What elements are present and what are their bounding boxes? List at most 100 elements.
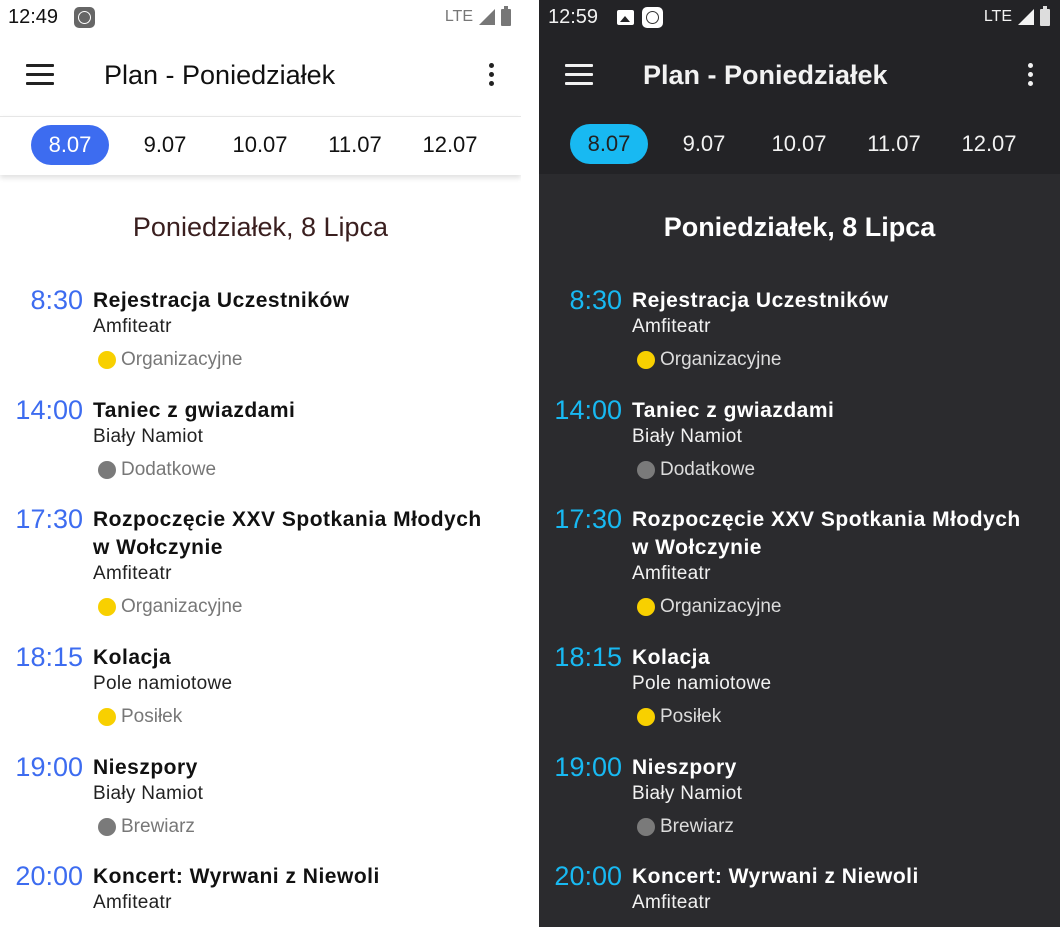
category-dot-icon <box>98 708 116 726</box>
event-title: Nieszpory <box>93 756 198 779</box>
app-title: Plan - Poniedziałek <box>643 60 888 90</box>
status-time: 12:59 <box>548 6 599 28</box>
menu-icon[interactable] <box>565 64 593 86</box>
event-category: Dodatkowe <box>637 459 755 481</box>
event-time: 20:00 <box>554 861 622 891</box>
date-tabs: 8.07 9.07 10.07 11.07 12.07 <box>0 116 521 175</box>
event-time: 18:15 <box>15 642 83 672</box>
tab-date[interactable]: 9.07 <box>665 124 743 164</box>
event-category-label: Brewiarz <box>121 816 195 837</box>
more-vert-icon[interactable] <box>487 63 495 89</box>
event-category-label: Posiłek <box>660 706 722 727</box>
event-category-label: Dodatkowe <box>660 459 756 480</box>
app-notification-icon <box>74 7 95 28</box>
event-category: Brewiarz <box>98 816 195 838</box>
category-dot-icon <box>637 708 655 726</box>
tab-date[interactable]: 11.07 <box>316 125 394 165</box>
event-category-label: Brewiarz <box>660 816 734 837</box>
event-title: Rozpoczęcie XXV Spotkania Młodych w Wołc… <box>632 508 1021 559</box>
tab-date[interactable]: 8.07 <box>570 124 648 164</box>
more-vert-icon[interactable] <box>1026 63 1034 89</box>
event-title: Nieszpory <box>632 756 737 779</box>
tab-date[interactable]: 12.07 <box>411 125 489 165</box>
tab-date[interactable]: 12.07 <box>950 124 1028 164</box>
event-time: 8:30 <box>569 285 622 315</box>
event-category-label: Organizacyjne <box>660 349 782 370</box>
date-tabs: 8.07 9.07 10.07 11.07 12.07 <box>539 116 1060 174</box>
category-dot-icon <box>98 818 116 836</box>
event-title: Rejestracja Uczestników <box>632 289 889 312</box>
network-type: LTE <box>444 8 473 25</box>
event-place: Pole namiotowe <box>93 673 233 694</box>
event-title: Taniec z gwiazdami <box>632 399 835 422</box>
event-category: Organizacyjne <box>98 596 242 618</box>
event-time: 19:00 <box>554 752 622 782</box>
app-bar: Plan - Poniedziałek <box>0 36 521 116</box>
category-dot-icon <box>637 598 655 616</box>
battery-icon <box>1040 5 1050 26</box>
network-type: LTE <box>983 8 1012 25</box>
event-place: Pole namiotowe <box>632 673 772 694</box>
event-time: 8:30 <box>30 285 83 315</box>
signal-icon <box>1018 9 1034 25</box>
app-notification-icon <box>642 7 663 28</box>
event-category: Organizacyjne <box>637 349 781 371</box>
app-title: Plan - Poniedziałek <box>104 60 336 90</box>
event-category: Brewiarz <box>637 816 734 838</box>
event-category: Organizacyjne <box>98 349 242 371</box>
day-heading: Poniedziałek, 8 Lipca <box>132 212 389 242</box>
dark-theme-screen: 12:59 LTE Plan - Poniedziałek 8.07 9.07 … <box>539 0 1060 927</box>
event-place: Biały Namiot <box>93 426 204 447</box>
signal-icon <box>479 9 495 25</box>
event-title: Rejestracja Uczestników <box>93 289 350 312</box>
tab-date[interactable]: 10.07 <box>760 124 838 164</box>
divider <box>521 0 539 927</box>
event-title: Koncert: Wyrwani z Niewoli <box>93 865 380 888</box>
category-dot-icon <box>98 461 116 479</box>
category-dot-icon <box>98 598 116 616</box>
tab-date[interactable]: 8.07 <box>31 125 109 165</box>
category-dot-icon <box>637 818 655 836</box>
event-category-label: Posiłek <box>121 706 183 727</box>
event-category: Posiłek <box>637 706 721 728</box>
day-heading: Poniedziałek, 8 Lipca <box>663 212 936 242</box>
event-category-label: Organizacyjne <box>121 349 243 370</box>
event-category-label: Organizacyjne <box>660 596 782 617</box>
category-dot-icon <box>637 351 655 369</box>
event-category-label: Organizacyjne <box>121 596 243 617</box>
event-time: 18:15 <box>554 642 622 672</box>
status-time: 12:49 <box>8 6 59 28</box>
category-dot-icon <box>98 351 116 369</box>
image-icon <box>617 10 634 25</box>
tab-date[interactable]: 10.07 <box>221 125 299 165</box>
event-place: Amfiteatr <box>632 892 711 913</box>
status-bar: 12:49 LTE <box>0 0 521 36</box>
event-time: 17:30 <box>15 504 83 534</box>
event-title: Kolacja <box>632 646 711 669</box>
tab-date[interactable]: 9.07 <box>126 125 204 165</box>
event-place: Amfiteatr <box>93 892 172 913</box>
event-time: 19:00 <box>15 752 83 782</box>
status-bar: 12:59 LTE <box>539 0 1060 36</box>
event-category: Organizacyjne <box>637 596 781 618</box>
event-place: Biały Namiot <box>632 783 743 804</box>
app-bar: Plan - Poniedziałek <box>539 36 1060 116</box>
event-time: 14:00 <box>554 395 622 425</box>
event-place: Biały Namiot <box>93 783 204 804</box>
event-time: 14:00 <box>15 395 83 425</box>
event-place: Amfiteatr <box>93 316 172 337</box>
tab-date[interactable]: 11.07 <box>855 124 933 164</box>
event-category: Dodatkowe <box>98 459 216 481</box>
event-category-label: Dodatkowe <box>121 459 217 480</box>
event-time: 17:30 <box>554 504 622 534</box>
battery-icon <box>501 5 511 26</box>
menu-icon[interactable] <box>26 64 54 86</box>
category-dot-icon <box>637 461 655 479</box>
event-title: Koncert: Wyrwani z Niewoli <box>632 865 919 888</box>
event-category: Posiłek <box>98 706 182 728</box>
event-title: Kolacja <box>93 646 172 669</box>
event-title: Rozpoczęcie XXV Spotkania Młodych w Wołc… <box>93 508 482 559</box>
event-place: Amfiteatr <box>93 563 172 584</box>
light-theme-screen: 12:49 LTE Plan - Poniedziałek 8.07 9.07 … <box>0 0 521 927</box>
event-place: Amfiteatr <box>632 316 711 337</box>
